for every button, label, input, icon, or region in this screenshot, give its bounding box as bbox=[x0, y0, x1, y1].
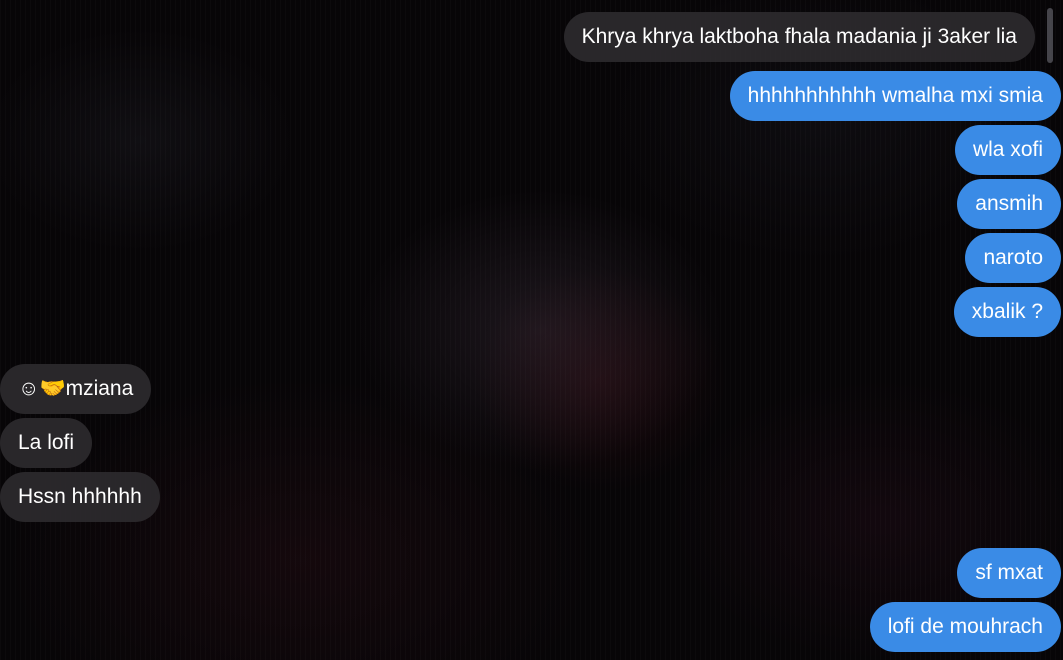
message-bubble[interactable]: Hssn hhhhhh bbox=[0, 472, 160, 522]
message-bubble[interactable]: wla xofi bbox=[954, 125, 1061, 175]
message-bubble[interactable]: lofi de mouhrach bbox=[869, 602, 1061, 652]
message-bubble[interactable]: Khrya khrya laktboha fhala madania ji 3a… bbox=[563, 12, 1035, 62]
message-bubble[interactable]: La lofi bbox=[0, 418, 93, 468]
scrollbar-thumb[interactable] bbox=[1047, 8, 1053, 63]
chat-thread[interactable]: Khrya khrya laktboha fhala madania ji 3a… bbox=[0, 0, 1063, 660]
message-bubble[interactable]: naroto bbox=[965, 233, 1061, 283]
message-bubble[interactable]: hhhhhhhhhhh wmalha mxi smia bbox=[729, 71, 1061, 121]
message-bubble[interactable]: ☺🤝mziana bbox=[0, 364, 152, 414]
message-bubble[interactable]: sf mxat bbox=[957, 548, 1061, 598]
message-bubble[interactable]: ansmih bbox=[957, 179, 1061, 229]
message-bubble[interactable]: xbalik ? bbox=[953, 287, 1061, 337]
